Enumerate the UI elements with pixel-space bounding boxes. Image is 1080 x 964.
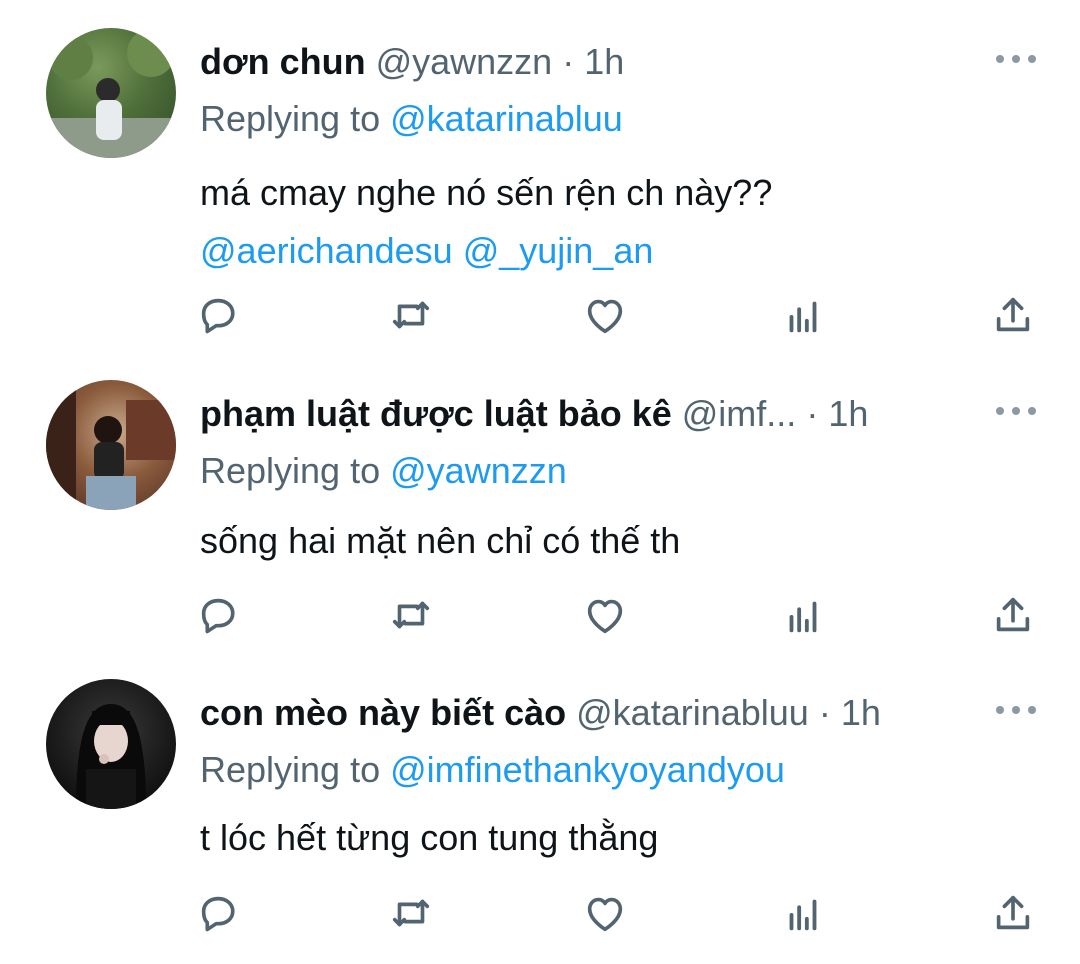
heart-icon[interactable] (582, 292, 628, 338)
replying-prefix: Replying to (200, 98, 381, 139)
retweet-icon[interactable] (388, 890, 434, 936)
username[interactable]: @katarinabluu (576, 692, 809, 733)
reply-icon[interactable] (195, 890, 241, 936)
separator: · (562, 41, 575, 82)
avatar[interactable] (46, 28, 176, 158)
more-icon[interactable] (996, 396, 1036, 426)
reply-feed: dơn chun @yawnzzn · 1h Replying to @kata… (0, 0, 1080, 964)
tweet[interactable]: con mèo này biết cào @katarinabluu · 1h … (0, 651, 1080, 951)
timestamp[interactable]: 1h (841, 692, 881, 733)
heart-icon[interactable] (582, 592, 628, 638)
action-bar (0, 592, 1080, 642)
tweet[interactable]: dơn chun @yawnzzn · 1h Replying to @kata… (0, 0, 1080, 334)
avatar-image (46, 29, 176, 158)
tweet-text-line: má cmay nghe nó sến rện ch này?? (200, 172, 773, 213)
share-icon[interactable] (990, 292, 1036, 338)
action-bar (0, 890, 1080, 940)
reply-icon[interactable] (195, 592, 241, 638)
username[interactable]: @yawnzzn (376, 41, 553, 82)
tweet-text-line: sống hai mặt nên chỉ có thế th (200, 520, 681, 561)
reply-icon[interactable] (195, 292, 241, 338)
views-icon[interactable] (780, 592, 826, 638)
avatar[interactable] (46, 380, 176, 510)
views-icon[interactable] (780, 890, 826, 936)
display-name[interactable]: con mèo này biết cào (200, 692, 566, 733)
more-icon[interactable] (996, 44, 1036, 74)
replying-prefix: Replying to (200, 450, 381, 491)
retweet-icon[interactable] (388, 592, 434, 638)
display-name[interactable]: phạm luật được luật bảo kê (200, 393, 672, 434)
tweet-text: t lóc hết từng con tung thằng (200, 809, 1020, 867)
timestamp[interactable]: 1h (828, 393, 868, 434)
avatar[interactable] (46, 679, 176, 809)
mention-links[interactable]: @aerichandesu @_yujin_an (200, 222, 1020, 280)
avatar-image (76, 704, 146, 809)
avatar-image (46, 380, 176, 510)
share-icon[interactable] (990, 592, 1036, 638)
tweet-text: má cmay nghe nó sến rện ch này?? @aerich… (200, 164, 1020, 280)
replying-to-link[interactable]: @katarinabluu (390, 98, 623, 139)
tweet-text-line: t lóc hết từng con tung thằng (200, 817, 659, 858)
separator: · (806, 393, 819, 434)
replying-prefix: Replying to (200, 749, 381, 790)
replying-to-link[interactable]: @imfinethankyoyandyou (390, 749, 785, 790)
username[interactable]: @imf... (682, 393, 797, 434)
action-bar (0, 292, 1080, 342)
tweet-text: sống hai mặt nên chỉ có thế th (200, 512, 1020, 570)
replying-to-link[interactable]: @yawnzzn (390, 450, 567, 491)
separator: · (818, 692, 831, 733)
display-name[interactable]: dơn chun (200, 41, 366, 82)
replying-to: Replying to @katarinabluu (200, 97, 623, 141)
tweet-header: dơn chun @yawnzzn · 1h (200, 40, 624, 84)
tweet[interactable]: phạm luật được luật bảo kê @imf... · 1h … (0, 352, 1080, 652)
tweet-header: phạm luật được luật bảo kê @imf... · 1h (200, 392, 868, 436)
heart-icon[interactable] (582, 890, 628, 936)
replying-to: Replying to @imfinethankyoyandyou (200, 748, 785, 792)
views-icon[interactable] (780, 292, 826, 338)
share-icon[interactable] (990, 890, 1036, 936)
retweet-icon[interactable] (388, 292, 434, 338)
tweet-header: con mèo này biết cào @katarinabluu · 1h (200, 691, 881, 735)
replying-to: Replying to @yawnzzn (200, 449, 567, 493)
timestamp[interactable]: 1h (584, 41, 624, 82)
more-icon[interactable] (996, 695, 1036, 725)
